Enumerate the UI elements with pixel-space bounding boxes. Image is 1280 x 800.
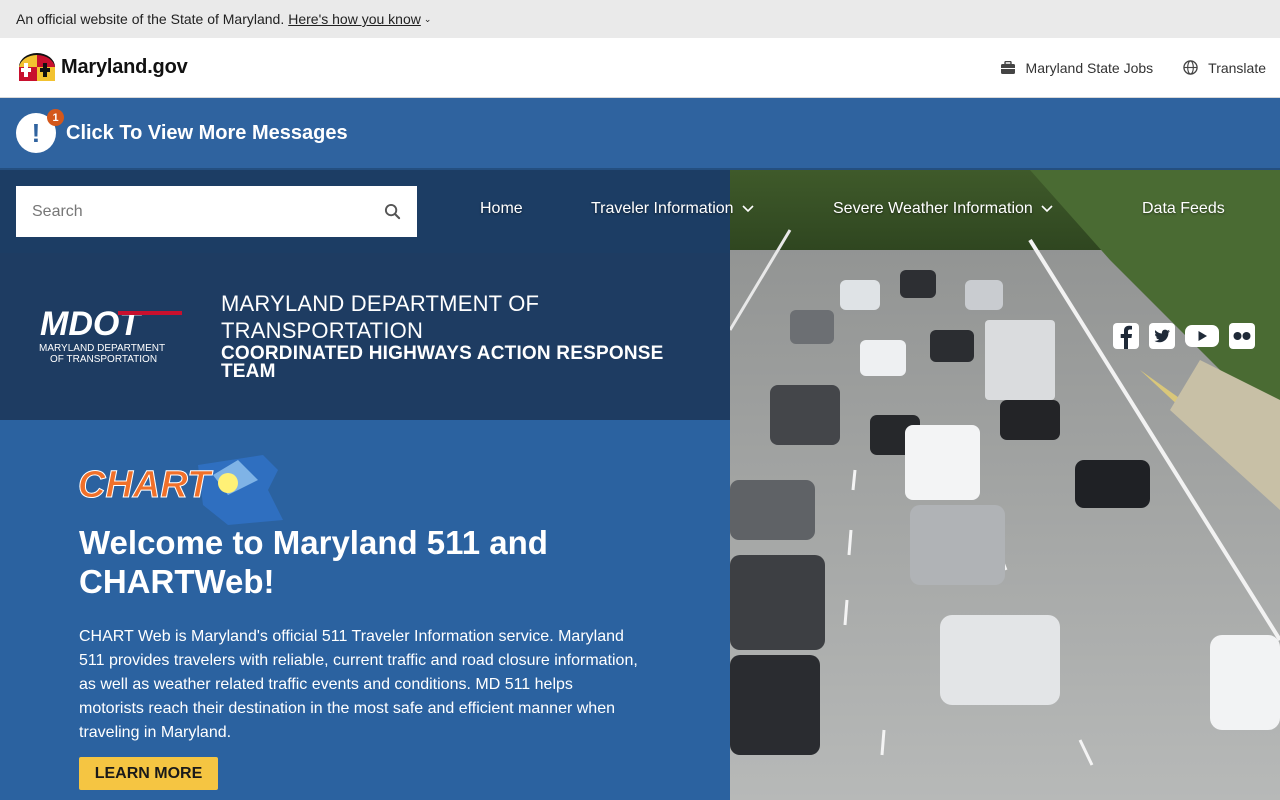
flickr-icon[interactable]: [1228, 322, 1256, 350]
view-messages-text: Click To View More Messages: [66, 121, 348, 144]
search-input[interactable]: [32, 202, 352, 221]
nav-severe-weather-information[interactable]: Severe Weather Information: [833, 200, 1053, 218]
globe-icon: [1183, 60, 1198, 75]
social-links: [1112, 322, 1256, 350]
maryland-header: Maryland.gov Maryland State Jobs Transla…: [0, 38, 1280, 98]
exclamation-icon: ! 1: [16, 109, 64, 153]
welcome-description: CHART Web is Maryland's official 511 Tra…: [79, 628, 638, 741]
maryland-flag-icon: [19, 52, 55, 81]
nav-data-feeds[interactable]: Data Feeds: [1142, 200, 1225, 218]
nav-weather-label: Severe Weather Information: [833, 200, 1033, 217]
maryland-gov-title: Maryland.gov: [61, 56, 188, 78]
highway-traffic-photo: [730, 170, 1280, 800]
chevron-down-icon: [1041, 205, 1053, 213]
messages-banner[interactable]: ! 1 Click To View More Messages: [0, 98, 1280, 170]
official-website-text: An official website of the State of Mary…: [16, 11, 285, 27]
welcome-title: Welcome to Maryland 511 and CHARTWeb!: [79, 524, 548, 600]
mdot-logo-text: MDOT: [40, 305, 143, 343]
department-subtitle: COORDINATED HIGHWAYS ACTION RESPONSE TEA…: [221, 343, 664, 382]
department-title: MARYLAND DEPARTMENT OF TRANSPORTATION: [221, 291, 540, 343]
maryland-state-jobs-link[interactable]: Maryland State Jobs: [1000, 59, 1154, 76]
chevron-down-icon: [742, 205, 754, 213]
chart-logo: CHART: [78, 455, 283, 525]
translate-link[interactable]: Translate: [1183, 60, 1266, 76]
search-box[interactable]: [16, 186, 417, 237]
nav-traveler-label: Traveler Information: [591, 200, 734, 217]
maryland-gov-brand[interactable]: Maryland.gov: [16, 52, 188, 83]
nav-home-label: Home: [480, 200, 523, 217]
nav-traveler-information[interactable]: Traveler Information: [591, 200, 754, 218]
learn-more-button[interactable]: LEARN MORE: [79, 757, 218, 790]
mdot-logo: MDOT MARYLAND DEPARTMENT OF TRANSPORTATI…: [39, 305, 182, 365]
briefcase-icon: [1000, 60, 1015, 74]
mdot-logo-subtitle-2: OF TRANSPORTATION: [50, 354, 157, 365]
nav-data-feeds-label: Data Feeds: [1142, 200, 1225, 217]
maryland-state-jobs-label: Maryland State Jobs: [1025, 59, 1154, 76]
twitter-icon[interactable]: [1148, 322, 1176, 350]
chart-logo-text: CHART: [78, 464, 213, 506]
main-navigation: Home Traveler Information Severe Weather…: [449, 170, 1280, 253]
translate-label: Translate: [1208, 59, 1266, 76]
message-count-badge: 1: [47, 109, 64, 126]
nav-home[interactable]: Home: [480, 200, 523, 218]
chevron-down-icon[interactable]: ⌄: [424, 14, 432, 25]
header-links: Maryland State Jobs Translate: [1000, 60, 1266, 76]
heres-how-you-know-link[interactable]: Here's how you know: [288, 11, 421, 27]
youtube-icon[interactable]: [1184, 322, 1220, 350]
mdot-logo-subtitle-1: MARYLAND DEPARTMENT: [39, 343, 165, 354]
official-website-banner: An official website of the State of Mary…: [0, 0, 1280, 38]
search-icon[interactable]: [384, 203, 401, 220]
facebook-icon[interactable]: [1112, 322, 1140, 350]
